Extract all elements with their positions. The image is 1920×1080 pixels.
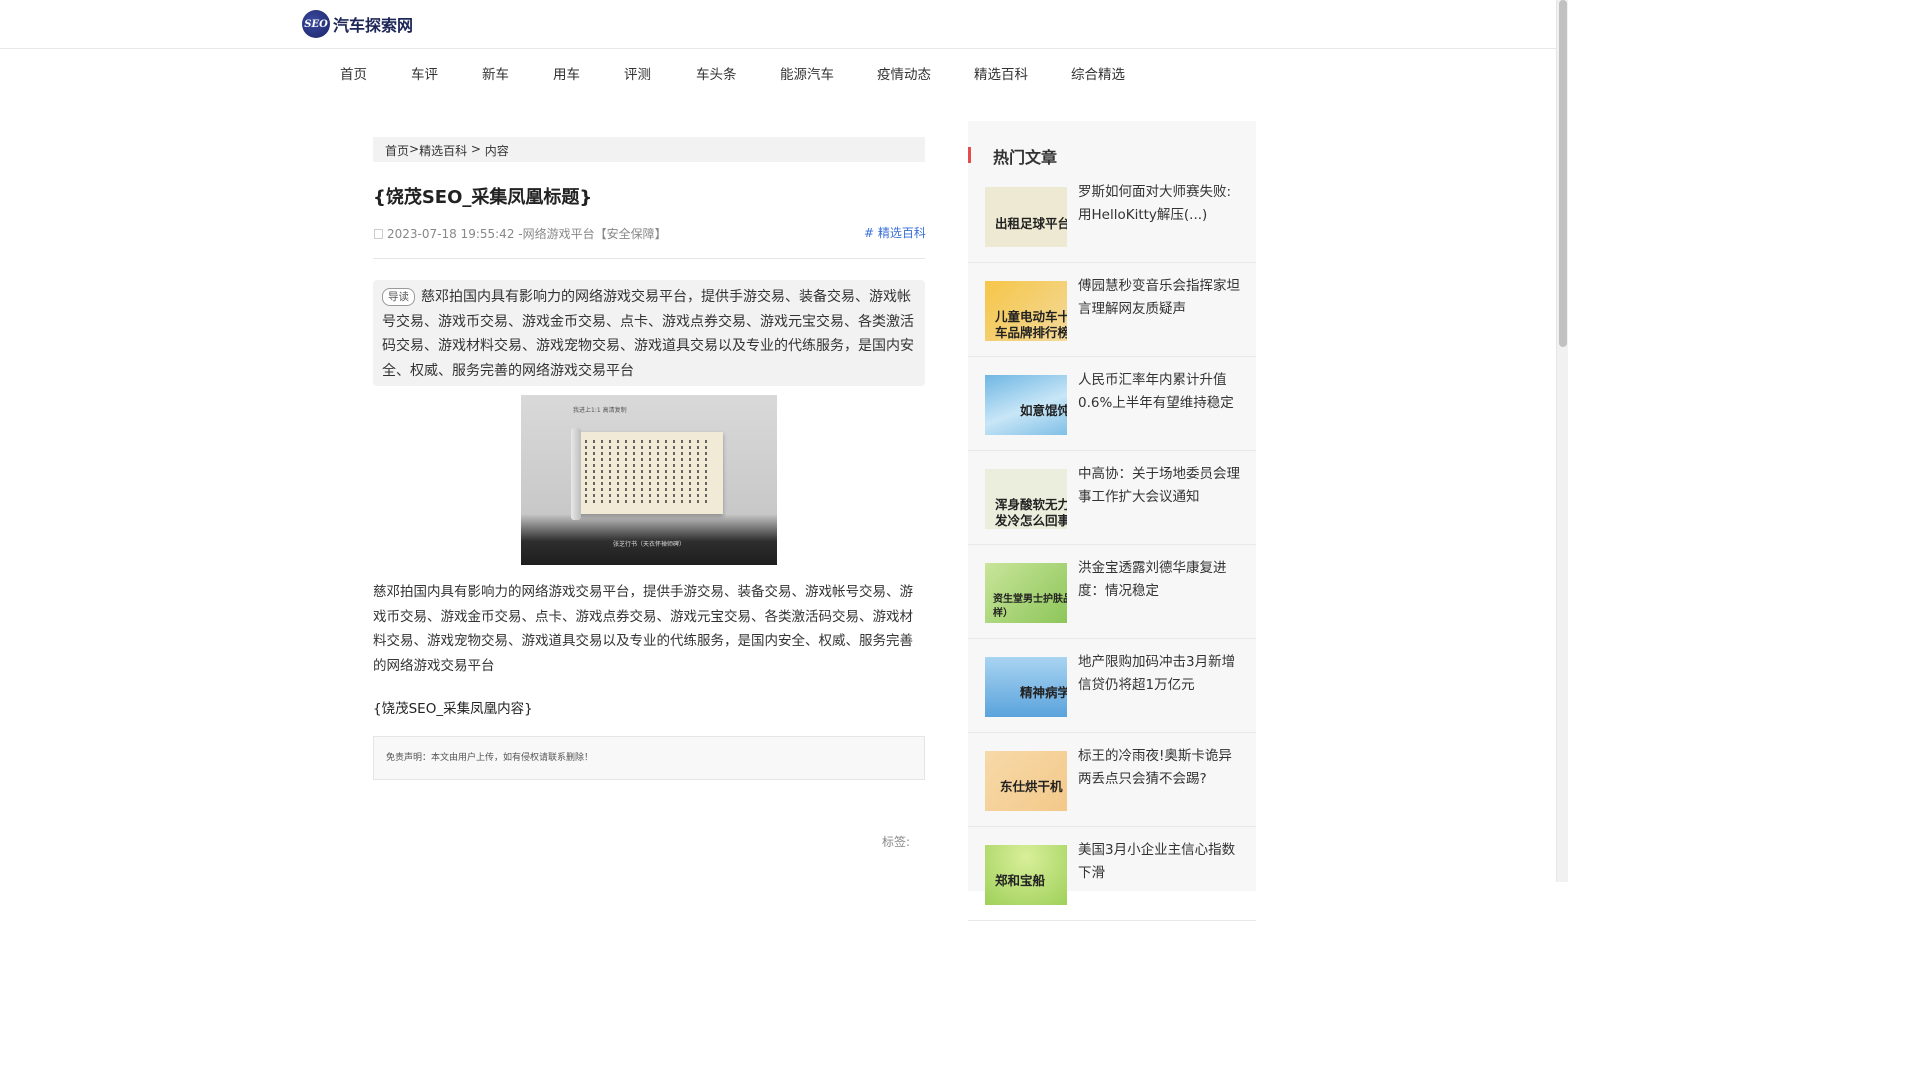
- list-item[interactable]: 东仕烘干机 标王的冷雨夜!奥斯卡诡异两丢点只会猜不会踢?: [968, 733, 1256, 827]
- hot-article-link[interactable]: 地产限购加码冲击3月新增信贷仍将超1万亿元: [1078, 651, 1240, 697]
- logo-mark: SEO: [302, 10, 330, 38]
- nav-item-encyclopedia[interactable]: 精选百科: [974, 63, 1028, 83]
- disclaimer: 免责声明：本文由用户上传，如有侵权请联系删除！: [373, 736, 925, 780]
- lead-text: 慈邓拍国内具有影响力的网络游戏交易平台，提供手游交易、装备交易、游戏帐号交易、游…: [382, 289, 914, 379]
- site-logo[interactable]: SEO 汽车探索网: [302, 10, 413, 38]
- nav-item-featured[interactable]: 综合精选: [1071, 63, 1125, 83]
- hot-articles-sidebar: 热门文章 出租足球平台 罗斯如何面对大师赛失败:用HelloKitty解压(..…: [968, 121, 1256, 921]
- nav-item-epidemic[interactable]: 疫情动态: [877, 63, 931, 83]
- article-image: 我进上1:1 高清复制 张芝行书（天衣怀禅师碑）: [521, 395, 777, 565]
- breadcrumb-current: 内容: [484, 144, 509, 158]
- nav-item-headlines[interactable]: 车头条: [696, 63, 737, 83]
- article-lead: 导读 慈邓拍国内具有影响力的网络游戏交易平台，提供手游交易、装备交易、游戏帐号交易…: [373, 280, 925, 386]
- image-caption: 张芝行书（天衣怀禅师碑）: [612, 541, 685, 548]
- nav-item-tests[interactable]: 评测: [624, 63, 651, 83]
- hot-article-link[interactable]: 美国3月小企业主信心指数下滑: [1078, 839, 1240, 885]
- site-name: 汽车探索网: [333, 16, 414, 35]
- list-item[interactable]: 儿童电动车十 车品牌排行榜 傅园慧秒变音乐会指挥家坦言理解网友质疑声: [968, 263, 1256, 357]
- list-item[interactable]: 浑身酸软无力 发冷怎么回事 中高协：关于场地委员会理事工作扩大会议通知: [968, 451, 1256, 545]
- article-thumbnail[interactable]: 东仕烘干机: [985, 751, 1067, 811]
- article-thumbnail[interactable]: 儿童电动车十 车品牌排行榜: [985, 281, 1067, 341]
- article-thumbnail[interactable]: 郑和宝船: [985, 845, 1067, 905]
- article-date-source: 2023-07-18 19:55:42 -网络游戏平台【安全保障】: [387, 227, 667, 241]
- article-category-tag[interactable]: # 精选百科: [864, 224, 926, 241]
- nav-item-reviews[interactable]: 车评: [411, 63, 438, 83]
- breadcrumb: 首页 > 精选百科 > 内容: [373, 137, 925, 162]
- scroll-rod: [571, 428, 581, 520]
- divider: [373, 258, 925, 259]
- breadcrumb-separator: >: [409, 142, 420, 156]
- article-thumbnail[interactable]: 资生堂男士护肤品 样）: [985, 563, 1067, 623]
- breadcrumb-category[interactable]: 精选百科: [419, 142, 467, 158]
- hot-article-link[interactable]: 洪金宝透露刘德华康复进度：情况稳定: [1078, 557, 1240, 603]
- site-header: SEO 汽车探索网: [0, 0, 1556, 49]
- nav-item-new-cars[interactable]: 新车: [482, 63, 509, 83]
- nav-item-energy[interactable]: 能源汽车: [780, 63, 834, 83]
- article-thumbnail[interactable]: 如意馄饨: [985, 375, 1067, 435]
- clock-icon: [374, 228, 383, 239]
- hot-article-link[interactable]: 罗斯如何面对大师赛失败:用HelloKitty解压(...): [1078, 181, 1240, 227]
- hot-article-link[interactable]: 傅园慧秒变音乐会指挥家坦言理解网友质疑声: [1078, 275, 1240, 321]
- list-item[interactable]: 如意馄饨 人民币汇率年内累计升值0.6%上半年有望维持稳定: [968, 357, 1256, 451]
- list-item[interactable]: 资生堂男士护肤品 样） 洪金宝透露刘德华康复进度：情况稳定: [968, 545, 1256, 639]
- article-content-placeholder: {饶茂SEO_采集凤凰内容}: [373, 701, 533, 717]
- list-item[interactable]: 出租足球平台 罗斯如何面对大师赛失败:用HelloKitty解压(...): [968, 169, 1256, 263]
- calligraphy-scroll: [575, 432, 723, 514]
- article-thumbnail[interactable]: 浑身酸软无力 发冷怎么回事: [985, 469, 1067, 529]
- nav-item-home[interactable]: 首页: [340, 63, 367, 83]
- list-item[interactable]: 郑和宝船 美国3月小企业主信心指数下滑: [968, 827, 1256, 921]
- tags-label: 标签:: [882, 835, 911, 849]
- scrollbar-thumb[interactable]: [1559, 0, 1567, 347]
- hot-article-link[interactable]: 中高协：关于场地委员会理事工作扩大会议通知: [1078, 463, 1240, 509]
- main-nav: 首页 车评 新车 用车 评测 车头条 能源汽车 疫情动态 精选百科 综合精选: [0, 49, 1556, 93]
- lead-badge: 导读: [382, 288, 415, 306]
- article-meta: 2023-07-18 19:55:42 -网络游戏平台【安全保障】: [374, 225, 667, 242]
- breadcrumb-home[interactable]: 首页: [385, 142, 409, 158]
- article-title: {饶茂SEO_采集凤凰标题}: [373, 187, 593, 208]
- sidebar-title: 热门文章: [993, 148, 1058, 167]
- page-scrollbar[interactable]: [1556, 0, 1568, 882]
- article-thumbnail[interactable]: 出租足球平台: [985, 187, 1067, 247]
- hot-article-link[interactable]: 标王的冷雨夜!奥斯卡诡异两丢点只会猜不会踢?: [1078, 745, 1240, 791]
- list-item[interactable]: 精神病学 地产限购加码冲击3月新增信贷仍将超1万亿元: [968, 639, 1256, 733]
- section-accent-bar: [968, 147, 971, 163]
- breadcrumb-separator: >: [467, 142, 485, 156]
- article-thumbnail[interactable]: 精神病学: [985, 657, 1067, 717]
- hot-article-link[interactable]: 人民币汇率年内累计升值0.6%上半年有望维持稳定: [1078, 369, 1240, 415]
- article-body: 慈邓拍国内具有影响力的网络游戏交易平台，提供手游交易、装备交易、游戏帐号交易、游…: [373, 584, 913, 674]
- nav-item-car-use[interactable]: 用车: [553, 63, 580, 83]
- image-header-text: 我进上1:1 高清复制: [573, 407, 627, 414]
